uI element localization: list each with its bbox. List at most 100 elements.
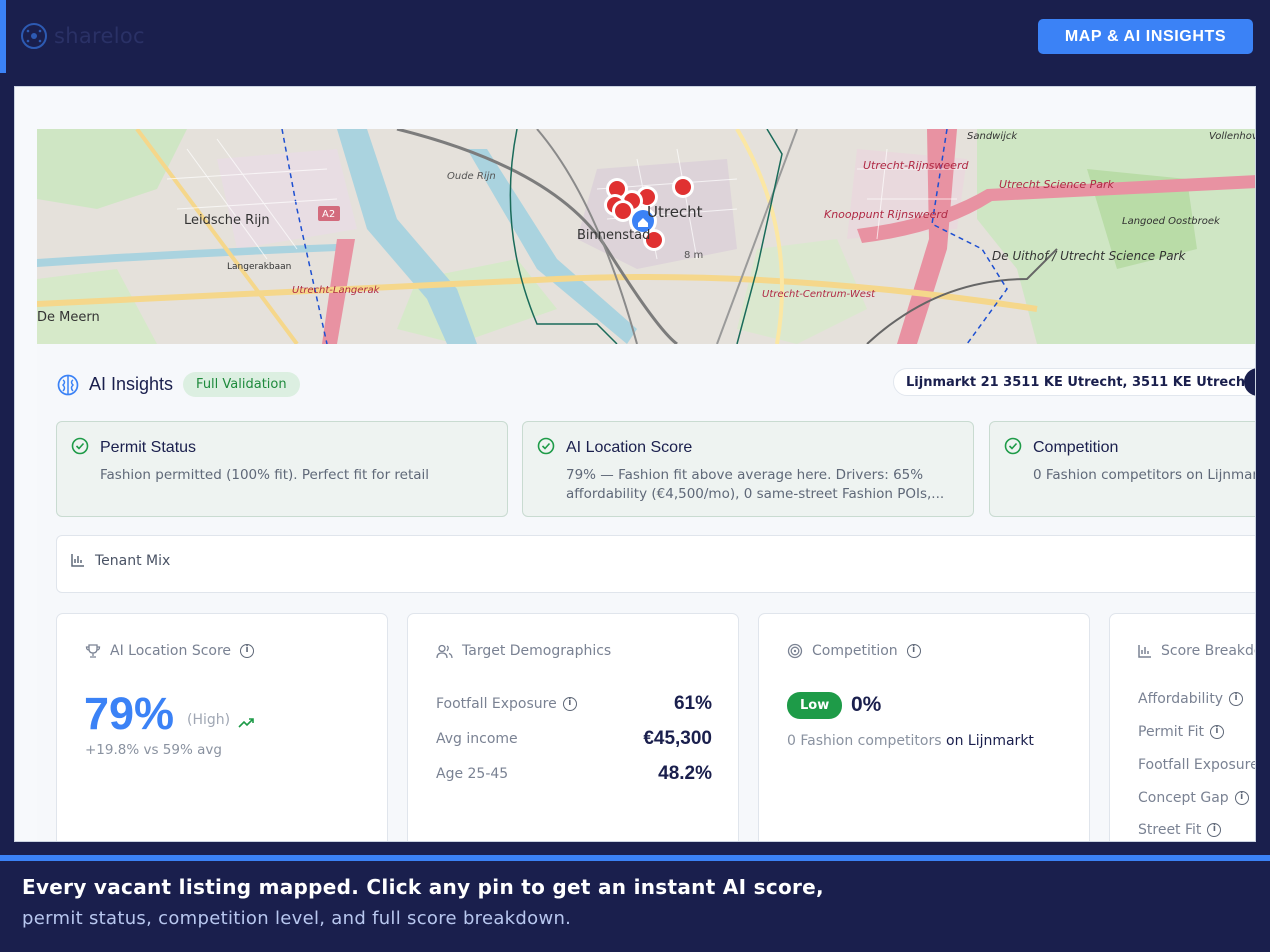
- competition-level-badge: Low: [787, 692, 843, 719]
- breakdown-row: Street Fit i: [1138, 822, 1222, 838]
- card-title: AI Location Score: [566, 439, 693, 456]
- caption-banner: Every vacant listing mapped. Click any p…: [0, 855, 1270, 952]
- info-icon[interactable]: i: [240, 644, 255, 658]
- svg-text:Binnenstad: Binnenstad: [577, 228, 650, 243]
- tenant-mix-section[interactable]: Tenant Mix: [56, 535, 1255, 593]
- svg-text:Sandwijck: Sandwijck: [967, 131, 1018, 142]
- caption-subline: permit status, competition level, and fu…: [22, 908, 572, 929]
- score-level: (High): [187, 712, 231, 728]
- metric-label: Target Demographics: [462, 643, 612, 659]
- demographic-row: Footfall Exposure i 61%: [436, 693, 712, 715]
- info-icon[interactable]: i: [1207, 823, 1222, 837]
- address-chip[interactable]: Lijnmarkt 21 3511 KE Utrecht, 3511 KE Ut…: [893, 368, 1255, 396]
- ai-insights-header: AI Insights Full Validation: [57, 372, 300, 397]
- tenant-mix-label: Tenant Mix: [95, 553, 171, 569]
- map-view[interactable]: Leidsche Rijn De Meern Utrecht-Langerak …: [37, 129, 1256, 344]
- ai-insights-panel: AI Insights Full Validation Lijnmarkt 21…: [37, 344, 1256, 841]
- svg-text:De Uithof / Utrecht Science Pa: De Uithof / Utrecht Science Park: [992, 249, 1186, 263]
- card-description: Fashion permitted (100% fit). Perfect fi…: [100, 467, 430, 483]
- card-title: Competition: [1033, 439, 1119, 456]
- breakdown-label: Street Fit: [1138, 822, 1202, 838]
- trophy-icon: [85, 644, 101, 658]
- info-icon[interactable]: i: [906, 644, 921, 658]
- breakdown-row: Concept Gap i: [1138, 790, 1249, 806]
- ai-location-score-card[interactable]: AI Location Score 79% — Fashion fit abov…: [522, 421, 974, 517]
- breakdown-row: Permit Fit i: [1138, 724, 1224, 740]
- competitor-count: 0 Fashion competitors: [787, 733, 942, 749]
- breakdown-label: Permit Fit: [1138, 724, 1204, 740]
- location-score-metric-card: AI Location Score i 79% (High) +19.8% vs…: [56, 613, 388, 841]
- svg-text:Oude Rijn: Oude Rijn: [447, 171, 496, 182]
- svg-text:8 m: 8 m: [684, 250, 703, 261]
- breakdown-label: Affordability: [1138, 691, 1224, 707]
- score-breakdown-metric-card: Score Breakdown Affordability i Permit Fi…: [1109, 613, 1256, 841]
- svg-text:Knooppunt Rijnsweerd: Knooppunt Rijnsweerd: [824, 208, 949, 221]
- row-key: Avg income: [436, 731, 518, 747]
- metric-header: Score Breakdown: [1138, 643, 1255, 659]
- row-value: €45,300: [643, 728, 712, 749]
- row-value: 61%: [673, 693, 712, 714]
- breakdown-row: Footfall Exposure: [1138, 757, 1256, 773]
- ai-insights-title: AI Insights: [89, 374, 174, 394]
- svg-text:De Meern: De Meern: [37, 310, 100, 325]
- target-icon: [787, 643, 803, 659]
- metric-header: Competition i: [787, 643, 921, 659]
- svg-text:Utrecht: Utrecht: [647, 203, 703, 221]
- score-delta: +19.8% vs 59% avg: [85, 742, 222, 758]
- metric-header: AI Location Score i: [85, 643, 255, 659]
- svg-text:Leidsche Rijn: Leidsche Rijn: [184, 213, 270, 228]
- info-icon[interactable]: i: [1234, 791, 1249, 805]
- logo-text: shareloc: [54, 24, 145, 48]
- brain-icon: [57, 374, 79, 395]
- top-accent-stripe: [0, 0, 6, 73]
- row-key: Footfall Exposure: [436, 696, 557, 712]
- card-title: Permit Status: [100, 439, 197, 456]
- metric-header: Target Demographics: [436, 643, 611, 659]
- logo-globe-icon: [21, 23, 47, 49]
- permit-status-card[interactable]: Permit Status Fashion permitted (100% fi…: [56, 421, 508, 517]
- demographic-row: Age 25-45 48.2%: [436, 763, 712, 785]
- card-description: 79% — Fashion fit above average here. Dr…: [566, 467, 945, 502]
- street-name: on Lijnmarkt: [946, 733, 1034, 749]
- app-frame: Leidsche Rijn De Meern Utrecht-Langerak …: [14, 86, 1256, 842]
- stage: Leidsche Rijn De Meern Utrecht-Langerak …: [37, 129, 1256, 841]
- score-value: 79%: [84, 688, 175, 739]
- breakdown-label: Concept Gap: [1138, 790, 1229, 806]
- logo[interactable]: shareloc: [20, 22, 145, 50]
- info-icon[interactable]: i: [562, 697, 577, 711]
- demographics-metric-card: Target Demographics Footfall Exposure i 6…: [407, 613, 739, 841]
- caption-headline: Every vacant listing mapped. Click any p…: [22, 875, 824, 899]
- bar-chart-icon: [71, 554, 84, 567]
- check-circle-icon: [1004, 437, 1022, 455]
- metric-label: Score Breakdown: [1161, 643, 1255, 659]
- trend-up-icon: [238, 718, 254, 728]
- metric-label: Competition: [812, 643, 898, 659]
- demographic-row: Avg income €45,300: [436, 728, 712, 750]
- info-icon[interactable]: i: [1209, 725, 1224, 739]
- check-circle-icon: [71, 437, 89, 455]
- svg-text:Langerakbaan: Langerakbaan: [227, 262, 291, 272]
- info-icon[interactable]: i: [1229, 692, 1244, 706]
- row-value: 48.2%: [658, 763, 712, 784]
- card-description: 0 Fashion competitors on Lijnmarkt 100%.: [1033, 467, 1255, 483]
- svg-text:A2: A2: [322, 209, 335, 220]
- svg-text:Langoed Oostbroek: Langoed Oostbroek: [1122, 216, 1221, 227]
- row-key: Age 25-45: [436, 766, 509, 782]
- bar-chart-icon: [1138, 645, 1151, 658]
- competition-card[interactable]: Competition 0 Fashion competitors on Lij…: [989, 421, 1255, 517]
- breakdown-label: Footfall Exposure: [1138, 757, 1256, 773]
- svg-text:Utrecht-Langerak: Utrecht-Langerak: [292, 285, 381, 296]
- users-icon: [436, 644, 453, 658]
- competition-text: 0 Fashion competitors on Lijnmarkt: [787, 733, 1034, 749]
- metric-label: AI Location Score: [110, 643, 232, 659]
- svg-text:Utrecht Science Park: Utrecht Science Park: [999, 178, 1115, 191]
- top-bar: shareloc MAP & AI INSIGHTS: [0, 0, 1270, 73]
- svg-text:Vollenhoven: Vollenhoven: [1209, 131, 1256, 142]
- competition-value: 0%: [851, 693, 882, 716]
- competition-metric-card: Competition i Low 0% 0 Fashion competito…: [758, 613, 1090, 841]
- map-canvas: Leidsche Rijn De Meern Utrecht-Langerak …: [37, 129, 1256, 344]
- check-circle-icon: [537, 437, 555, 455]
- svg-text:Utrecht-Rijnsweerd: Utrecht-Rijnsweerd: [863, 159, 969, 172]
- validation-badge: Full Validation: [183, 372, 300, 397]
- map-ai-insights-button[interactable]: MAP & AI INSIGHTS: [1038, 19, 1253, 54]
